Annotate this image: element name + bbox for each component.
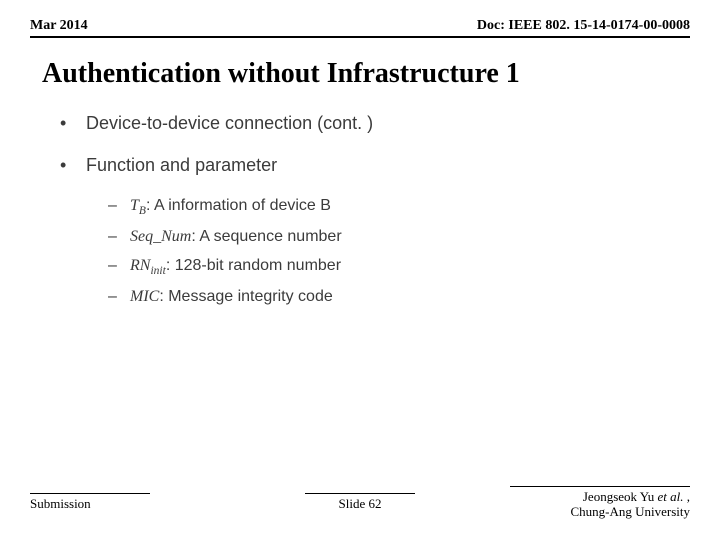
sub-tb-text: TB: A information of device B: [130, 194, 680, 221]
footer-etal: et al.: [658, 489, 684, 504]
sym-tb: TB: [130, 197, 146, 214]
dash-icon: –: [108, 254, 130, 281]
bullet-func: • Function and parameter: [60, 152, 680, 180]
header-date: Mar 2014: [30, 18, 88, 34]
bullet-dot-icon: •: [60, 152, 86, 180]
dash-icon: –: [108, 194, 130, 221]
slide: Mar 2014 Doc: IEEE 802. 15-14-0174-00-00…: [0, 0, 720, 540]
sub-tb: – TB: A information of device B: [60, 194, 680, 221]
sub-rn: – RNinit: 128-bit random number: [60, 254, 680, 281]
footer-comma: ,: [684, 489, 691, 504]
footer-center: Slide 62: [305, 493, 415, 512]
dash-icon: –: [108, 285, 130, 310]
footer-author: Jeongseok Yu: [583, 489, 658, 504]
sym-rn: RNinit: [130, 257, 166, 274]
bullet-dot-icon: •: [60, 110, 86, 138]
bullet-func-text: Function and parameter: [86, 152, 680, 180]
bullet-d2d: • Device-to-device connection (cont. ): [60, 110, 680, 138]
bullet-d2d-text: Device-to-device connection (cont. ): [86, 110, 680, 138]
content: • Device-to-device connection (cont. ) •…: [60, 110, 680, 313]
sym-seq: Seq_Num: [130, 228, 191, 245]
footer-affil: Chung-Ang University: [570, 504, 690, 519]
sub-mic-text: MIC: Message integrity code: [130, 285, 680, 310]
sub-mic: – MIC: Message integrity code: [60, 285, 680, 310]
sub-rn-text: RNinit: 128-bit random number: [130, 254, 680, 281]
slide-title: Authentication without Infrastructure 1: [42, 58, 520, 90]
dash-icon: –: [108, 225, 130, 250]
header: Mar 2014 Doc: IEEE 802. 15-14-0174-00-00…: [30, 18, 690, 38]
footer-left: Submission: [30, 493, 150, 512]
sub-seq-text: Seq_Num: A sequence number: [130, 225, 680, 250]
sym-mic: MIC: [130, 288, 159, 305]
header-doc: Doc: IEEE 802. 15-14-0174-00-0008: [477, 18, 690, 34]
sub-seq: – Seq_Num: A sequence number: [60, 225, 680, 250]
footer-right: Jeongseok Yu et al. , Chung-Ang Universi…: [510, 486, 690, 520]
